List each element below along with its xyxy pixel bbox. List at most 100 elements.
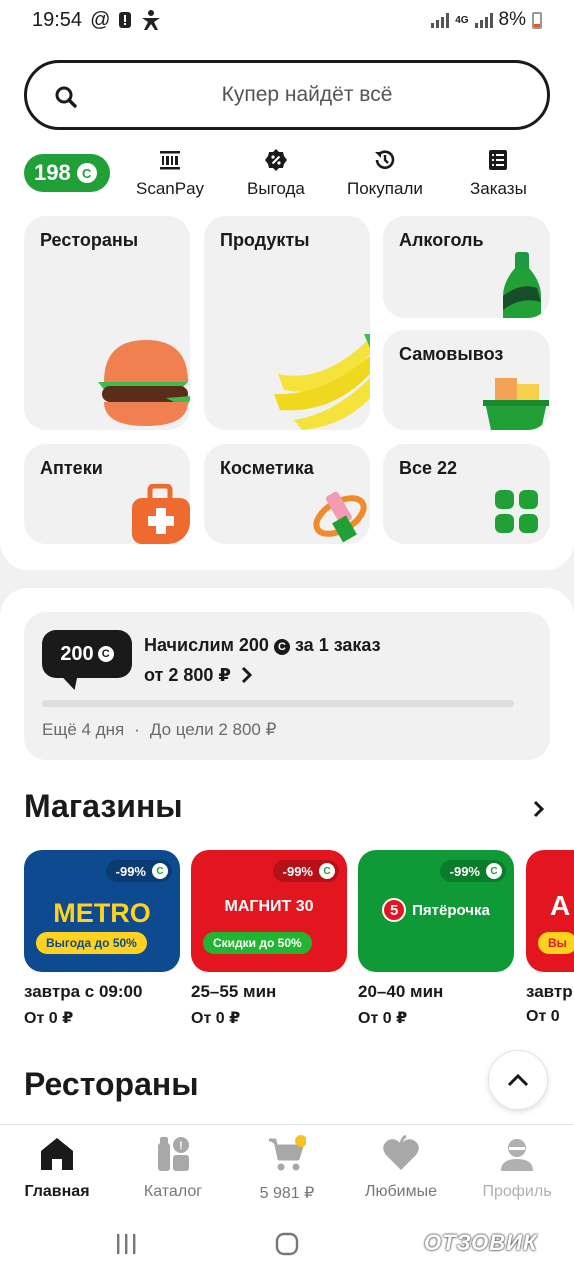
store-banner: -99% С МАГНИТ 30 Скидки до 50% <box>191 850 347 972</box>
heart-icon <box>383 1135 419 1170</box>
nav-favorites[interactable]: Любимые <box>346 1135 456 1201</box>
quick-action-label: Покупали <box>347 179 423 198</box>
promo-text: Начислим 200 С за 1 заказ от 2 800 ₽ <box>144 630 381 690</box>
watermark-logo: ОТЗОВИК <box>424 1230 538 1255</box>
store-banner: А Вы <box>526 850 574 972</box>
bonus-promo-card[interactable]: 200 С Начислим 200 С за 1 заказ от 2 800… <box>24 612 550 760</box>
bonus-bubble: 200 С <box>42 630 132 678</box>
discount-text: -99% <box>449 863 480 879</box>
store-delivery-time: 25–55 мин <box>191 982 277 1001</box>
store-delivery-time: 20–40 мин <box>358 982 444 1001</box>
search-icon <box>55 86 77 108</box>
nav-label: 5 981 ₽ <box>259 1185 315 1202</box>
store-min-price: От 0 ₽ <box>358 1010 408 1027</box>
nav-label: Профиль <box>482 1183 552 1200</box>
category-restaurants[interactable]: Рестораны <box>24 216 190 430</box>
category-pharmacy[interactable]: Аптеки <box>24 444 190 544</box>
discount-badge-icon <box>264 149 287 171</box>
quick-actions: 198 С ScanPay Выгода Покупали Заказы <box>0 148 574 198</box>
search-bar[interactable]: Купер найдёт всё <box>24 60 550 130</box>
store-card-partial[interactable]: А Вы завтр От 0 <box>526 850 574 1026</box>
promo-line1-b: за 1 заказ <box>294 635 381 655</box>
nav-profile[interactable]: Профиль <box>462 1135 572 1201</box>
chevron-right-icon <box>241 666 253 684</box>
category-all[interactable]: Все 22 <box>383 444 550 544</box>
bonus-balance[interactable]: 198 С <box>24 154 110 192</box>
recent-apps-icon[interactable] <box>114 1232 138 1256</box>
store-promo-badge: Вы <box>538 932 574 954</box>
category-label: Косметика <box>220 458 314 478</box>
category-label: Самовывоз <box>399 344 504 364</box>
coin-icon: С <box>486 863 502 879</box>
store-card-pyaterochka[interactable]: -99% С 5 Пятёрочка 20–40 мин От 0 ₽ <box>358 850 514 1028</box>
store-banner: -99% С 5 Пятёрочка <box>358 850 514 972</box>
store-logo: METRO <box>53 898 151 928</box>
cart-icon <box>269 1135 306 1171</box>
store-promo-badge: Выгода до 50% <box>36 932 147 954</box>
orders-list-icon <box>489 150 508 170</box>
nav-home[interactable]: Главная <box>2 1135 112 1201</box>
coin-icon: С <box>319 863 335 879</box>
quick-action-zakazy[interactable]: Заказы <box>470 148 527 199</box>
battery-icon <box>532 11 542 29</box>
promo-progress-bar <box>42 700 514 707</box>
quick-action-vygoda[interactable]: Выгода <box>247 148 305 199</box>
store-card-magnit[interactable]: -99% С МАГНИТ 30 Скидки до 50% 25–55 мин … <box>191 850 347 1028</box>
profile-icon <box>501 1139 533 1171</box>
battery-percent: 8% <box>498 9 526 30</box>
store-card-metro[interactable]: -99% С METRO Выгода до 50% завтра с 09:00… <box>24 850 180 1028</box>
discount-text: -99% <box>282 863 313 879</box>
banana-icon <box>274 334 370 430</box>
category-products[interactable]: Продукты <box>204 216 370 430</box>
discount-badge: -99% С <box>272 860 339 882</box>
category-alcohol[interactable]: Алкоголь <box>383 216 550 318</box>
bottle-icon <box>503 252 541 318</box>
quick-action-label: ScanPay <box>136 179 205 198</box>
promo-meta: Ещё 4 дня · До цели 2 800 ₽ <box>42 720 276 740</box>
first-aid-bag-icon <box>132 484 190 544</box>
store-promo-badge: Скидки до 50% <box>203 932 312 954</box>
store-delivery-time: завтр <box>526 982 573 1001</box>
home-icon <box>41 1138 73 1170</box>
five-logo-icon: 5 <box>382 898 407 922</box>
history-icon <box>374 150 395 169</box>
burger-icon <box>98 340 190 426</box>
store-min-price: От 0 ₽ <box>24 1010 74 1027</box>
lipstick-icon <box>313 491 367 543</box>
store-banner: -99% С METRO Выгода до 50% <box>24 850 180 972</box>
search-input[interactable]: Купер найдёт всё <box>27 83 547 107</box>
category-cosmetics[interactable]: Косметика <box>204 444 370 544</box>
home-button-icon[interactable] <box>275 1232 299 1256</box>
goal-text: До цели 2 800 ₽ <box>149 720 277 739</box>
store-logo: А <box>550 890 571 921</box>
category-pickup[interactable]: Самовывоз <box>383 330 550 430</box>
category-label: Аптеки <box>40 458 103 478</box>
catalog-icon: ! <box>158 1137 189 1171</box>
nav-label: Каталог <box>143 1183 203 1200</box>
network-type: 4G <box>455 14 469 26</box>
person-icon <box>142 10 161 30</box>
quick-action-pokupali[interactable]: Покупали <box>347 148 423 199</box>
status-bar: 19:54 @ 4G 8% <box>0 0 574 40</box>
status-time: 19:54 <box>32 8 83 31</box>
top-section: Купер найдёт всё 198 С ScanPay Выгода По… <box>0 40 574 570</box>
chevron-up-icon <box>507 1073 529 1087</box>
chevron-right-icon[interactable] <box>530 800 548 818</box>
days-left: Ещё 4 дня <box>42 720 125 739</box>
coin-icon: С <box>152 863 168 879</box>
bonus-amount: 198 <box>34 160 71 185</box>
quick-action-scanpay[interactable]: ScanPay <box>136 148 204 199</box>
nav-label: Любимые <box>365 1183 437 1200</box>
bottom-nav: Главная ! Каталог 5 981 ₽ Любимые Профил… <box>0 1124 574 1220</box>
nav-cart[interactable]: 5 981 ₽ <box>232 1135 342 1203</box>
store-name: Пятёрочка <box>412 901 490 919</box>
scroll-to-top-button[interactable] <box>488 1050 548 1110</box>
store-min-price: От 0 ₽ <box>191 1010 241 1027</box>
basket-icon <box>483 378 549 430</box>
quick-action-label: Выгода <box>247 179 305 198</box>
discount-badge: -99% С <box>439 860 506 882</box>
restaurants-title: Рестораны <box>24 1066 199 1102</box>
separator: · <box>134 720 140 739</box>
nav-catalog[interactable]: ! Каталог <box>118 1135 228 1201</box>
category-label: Рестораны <box>40 230 139 250</box>
